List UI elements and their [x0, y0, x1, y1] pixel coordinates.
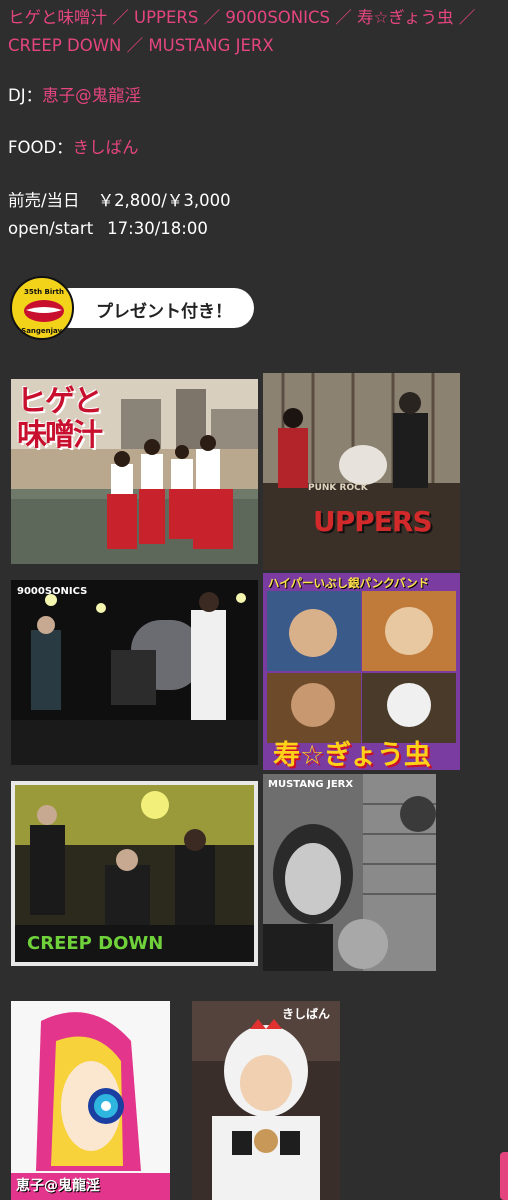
time-row: open/start 17:30/18:00 — [8, 217, 208, 241]
photo-caption: 恵子@鬼龍淫 — [16, 1178, 100, 1194]
dj-row: DJ：恵子@鬼龍淫 — [8, 84, 141, 108]
photo-uppers[interactable]: PUNK ROCK UPPERS — [263, 373, 460, 570]
lips-icon: 35th Birth Sangenjaya — [21, 288, 67, 335]
photo-caption: CREEP DOWN — [27, 933, 164, 954]
band-link[interactable]: ヒゲと味噌汁 — [8, 8, 107, 27]
food-row: FOOD：きしばん — [8, 136, 139, 160]
band-link[interactable]: 9000SONICS — [225, 8, 330, 27]
badge-text: プレゼント付き！ — [96, 302, 232, 322]
photo-caption: 9000SONICS — [17, 586, 88, 597]
photo-caption: MUSTANG JERX — [268, 779, 354, 790]
food-link[interactable]: きしばん — [73, 138, 139, 157]
separator: ／ — [335, 8, 352, 27]
dj-label: DJ： — [8, 86, 43, 105]
photo-kishiban[interactable]: きしばん — [192, 1001, 340, 1200]
photo-kotobuki-gyouchuu[interactable]: ハイパーいぶし銀パンクバンド 寿☆ぎょう虫 — [263, 573, 460, 770]
photo-caption: 寿☆ぎょう虫 — [273, 740, 431, 770]
band-link[interactable]: 寿☆ぎょう虫 — [357, 8, 453, 27]
band-link[interactable]: CREEP DOWN — [8, 36, 121, 55]
band-link[interactable]: MUSTANG JERX — [148, 36, 273, 55]
photo-subcaption: PUNK ROCK — [308, 483, 368, 493]
dj-link[interactable]: 恵子@鬼龍淫 — [42, 86, 141, 105]
photo-keiko[interactable]: 恵子@鬼龍淫 — [11, 1001, 170, 1200]
birthday-logo: 35th Birth Sangenjaya — [10, 276, 74, 340]
present-badge: プレゼント付き！ 35th Birth Sangenjaya — [10, 276, 256, 340]
logo-top-text: 35th Birth — [24, 288, 64, 296]
separator: ／ — [126, 36, 144, 55]
photo-top-caption: ハイパーいぶし銀パンクバンド — [268, 576, 430, 590]
separator: ／ — [112, 8, 129, 27]
photo-9000sonics[interactable]: 9000SONICS — [11, 580, 258, 765]
logo-bottom-text: Sangenjaya — [21, 327, 67, 335]
photo-higeto-misoshiru[interactable]: ヒゲと味噌汁 — [11, 379, 258, 564]
photo-mustang-jerx[interactable]: MUSTANG JERX — [263, 774, 436, 971]
photo-caption: UPPERS — [313, 505, 433, 538]
price-value: ￥2,800/￥3,000 — [97, 191, 231, 210]
separator: ／ — [458, 8, 476, 27]
photo-caption: きしばん — [282, 1007, 331, 1021]
food-label: FOOD： — [8, 138, 73, 157]
price-label: 前売/当日 — [8, 191, 80, 210]
band-link[interactable]: UPPERS — [134, 8, 198, 27]
separator: ／ — [203, 8, 221, 27]
time-label: open/start — [8, 219, 94, 238]
scrollbar-thumb[interactable] — [500, 1152, 508, 1200]
price-row: 前売/当日 ￥2,800/￥3,000 — [8, 189, 231, 213]
time-value: 17:30/18:00 — [107, 219, 208, 238]
photo-creep-down[interactable]: CREEP DOWN — [11, 781, 258, 966]
band-lineup: ヒゲと味噌汁 ／ UPPERS ／ 9000SONICS ／ 寿☆ぎょう虫 ／ … — [8, 4, 502, 60]
photo-caption: ヒゲと味噌汁 — [17, 384, 103, 453]
